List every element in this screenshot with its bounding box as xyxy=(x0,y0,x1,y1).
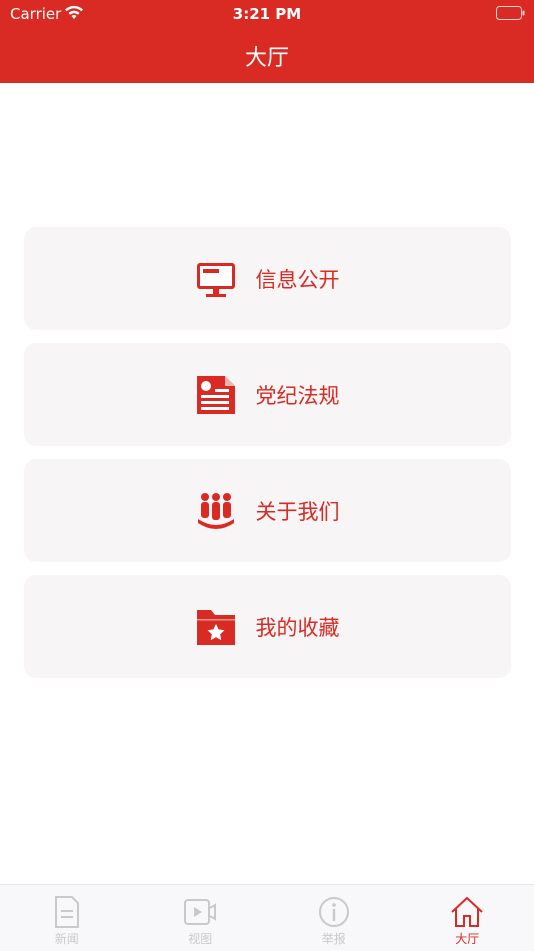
video-icon xyxy=(183,895,217,929)
document-icon xyxy=(50,895,84,929)
tab-bar: 新闻 视图 举报 大厅 xyxy=(0,884,534,951)
monitor-icon xyxy=(196,259,236,299)
tab-news[interactable]: 新闻 xyxy=(0,885,134,951)
tab-label: 大厅 xyxy=(401,930,534,947)
page-title: 大厅 xyxy=(0,40,534,72)
navigation-bar: Carrier 3:21 PM 大厅 xyxy=(0,0,534,83)
status-time: 3:21 PM xyxy=(0,5,534,23)
people-group-icon xyxy=(196,491,236,531)
status-bar: Carrier 3:21 PM xyxy=(0,0,534,28)
tab-label: 新闻 xyxy=(0,930,134,947)
menu-item-label: 党纪法规 xyxy=(256,380,340,410)
info-icon xyxy=(317,895,351,929)
tab-views[interactable]: 视图 xyxy=(134,885,268,951)
menu-item-label: 我的收藏 xyxy=(256,612,340,642)
menu-item-info-disclosure[interactable]: 信息公开 xyxy=(24,227,511,330)
menu-item-party-regulations[interactable]: 党纪法规 xyxy=(24,343,511,446)
tab-hall[interactable]: 大厅 xyxy=(401,885,534,951)
tab-label: 举报 xyxy=(267,930,401,947)
menu-item-my-favorites[interactable]: 我的收藏 xyxy=(24,575,511,678)
menu-item-about-us[interactable]: 关于我们 xyxy=(24,459,511,562)
menu-item-label: 关于我们 xyxy=(256,496,340,526)
battery-icon xyxy=(496,6,525,20)
tab-report[interactable]: 举报 xyxy=(267,885,401,951)
hall-menu: 信息公开 党纪法规 xyxy=(24,227,511,691)
tab-label: 视图 xyxy=(134,930,268,947)
star-folder-icon xyxy=(196,607,236,647)
home-icon xyxy=(450,895,484,929)
menu-item-label: 信息公开 xyxy=(256,264,340,294)
party-document-icon xyxy=(196,375,236,415)
